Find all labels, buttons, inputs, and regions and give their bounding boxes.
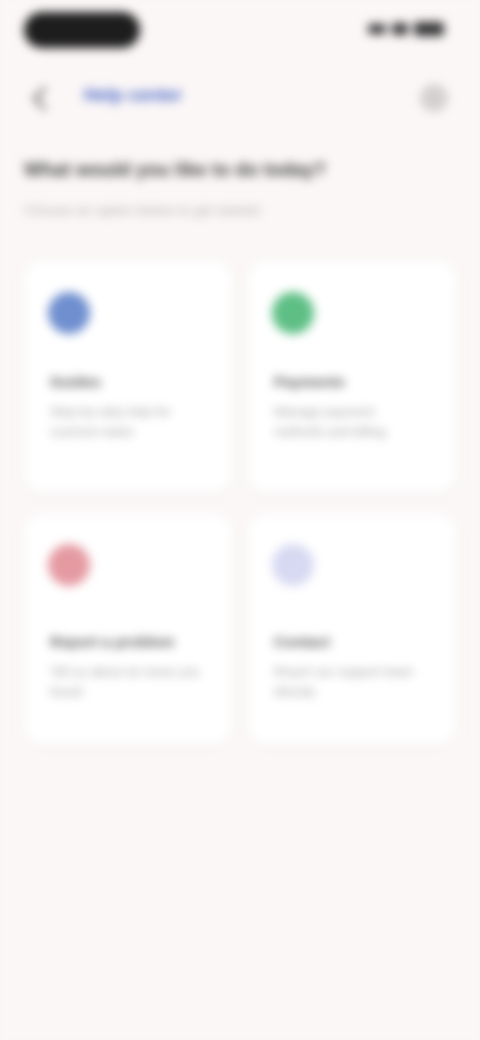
more-icon[interactable] [420, 84, 448, 112]
card-description: Manage payment methods and billing [274, 404, 387, 439]
navigation-bar: Help center [0, 76, 480, 120]
back-icon[interactable] [32, 86, 57, 111]
wifi-icon [392, 23, 408, 35]
page-subheading: Choose an option below to get started [24, 202, 260, 218]
nav-title: Help center [84, 85, 183, 105]
card-description: Step-by-step help for common tasks [50, 404, 171, 439]
card-payments[interactable]: Payments Manage payment methods and bill… [248, 262, 456, 492]
card-title: Guides [50, 374, 101, 391]
card-guides[interactable]: Guides Step-by-step help for common task… [24, 262, 232, 492]
card-contact[interactable]: Contact Reach our support team directly [248, 514, 456, 744]
alert-icon [48, 544, 90, 586]
status-bar [0, 0, 480, 62]
battery-icon [414, 22, 444, 36]
card-title: Payments [274, 374, 345, 391]
status-icons [368, 22, 444, 36]
book-icon [48, 292, 90, 334]
card-report-problem[interactable]: Report a problem Tell us about an issue … [24, 514, 232, 744]
card-title: Contact [274, 634, 330, 651]
dynamic-island [24, 12, 140, 48]
chat-icon [272, 544, 314, 586]
option-grid: Guides Step-by-step help for common task… [24, 262, 456, 744]
card-description: Tell us about an issue you found [50, 664, 200, 699]
screen: Help center What would you like to do to… [0, 0, 480, 1040]
page-heading: What would you like to do today? [24, 160, 326, 181]
signal-icon [368, 24, 386, 34]
card-description: Reach our support team directly [274, 664, 414, 699]
card-title: Report a problem [50, 634, 175, 651]
wallet-icon [272, 292, 314, 334]
